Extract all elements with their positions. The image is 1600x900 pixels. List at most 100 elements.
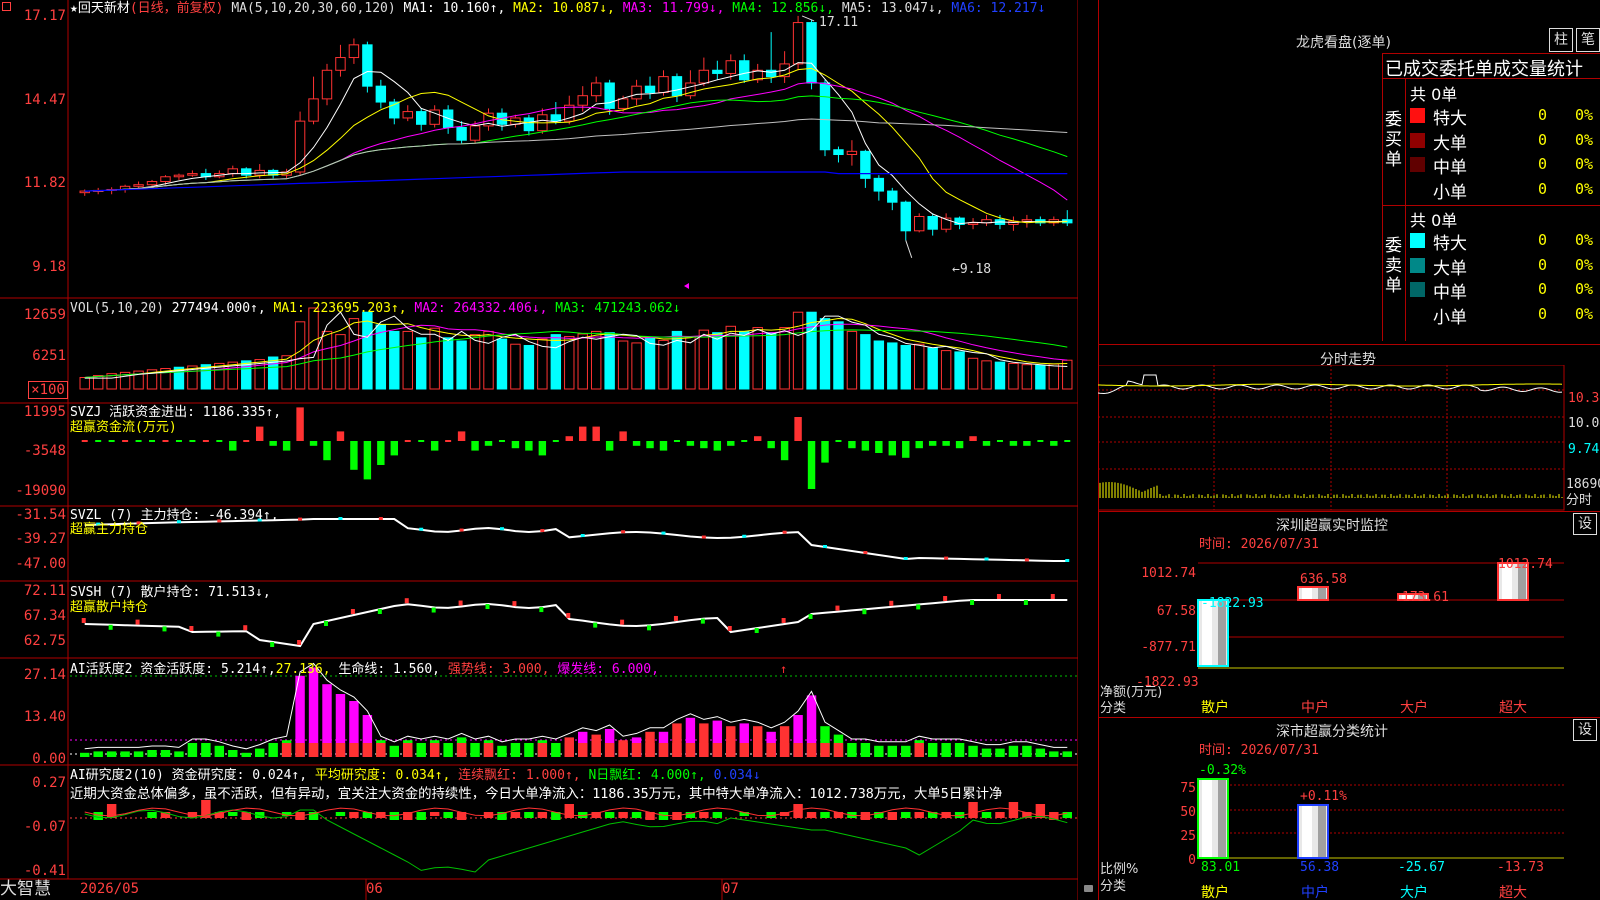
ai-active-bar (901, 745, 911, 757)
svzj-bar (418, 440, 425, 442)
candle-body (671, 76, 683, 97)
svsh-marker (970, 600, 975, 605)
monitor-category: 超大 (1499, 700, 1527, 716)
svsh-header: SVSH (7) 散户持仓: 71.513↓, (70, 585, 271, 600)
color-swatch (1410, 233, 1425, 248)
svzj-bar (162, 440, 169, 442)
intraday-chart[interactable] (1098, 365, 1600, 515)
svzj-bar (95, 440, 102, 442)
ai-research-axis-label: -0.07 (23, 819, 66, 835)
ai-research-bar (820, 812, 830, 818)
svzl-line (84, 518, 1068, 562)
svzj-bar (888, 441, 897, 456)
svzl-axis-label: -39.27 (15, 531, 66, 547)
svsh-axis-label: 72.11 (23, 583, 66, 599)
ai-active-bar (981, 748, 992, 757)
candle-body (456, 126, 467, 141)
svzj-bar (323, 441, 331, 461)
lock-icon[interactable] (1084, 885, 1093, 892)
volume-bar (375, 324, 387, 390)
svsh-marker (458, 600, 463, 606)
svsh-marker (808, 614, 813, 619)
vol-axis-label: 6251 (32, 348, 66, 364)
svsh-marker (135, 619, 140, 625)
candle-body (658, 76, 669, 94)
ai-research-line (84, 809, 1068, 873)
intraday-axis-label: 10.34 (1568, 391, 1600, 406)
ai-active-base (429, 743, 440, 757)
monitor-settings-button[interactable]: 设 (1573, 513, 1597, 535)
intraday-axis-label: 9.74 (1568, 442, 1600, 457)
ai-research-bar (349, 812, 359, 818)
period-label[interactable]: (日线，前复权) (130, 1, 224, 16)
monitor-bar-value: 173.61 (1402, 590, 1449, 605)
svsh-marker (404, 598, 409, 604)
ai-research-prefix: AI研究度2(10) 资金研究度: 0.024↑, (70, 768, 308, 783)
ai-active-base (726, 743, 736, 757)
svzj-bar (189, 440, 196, 442)
candle-body (133, 184, 144, 187)
order-type-label: 中单 (1433, 158, 1467, 178)
classify-value: -25.67 (1398, 860, 1445, 875)
ma3-value: MA3: 11.799↓, (622, 1, 725, 16)
volume-bar (523, 344, 535, 390)
price-axis-label: 11.82 (23, 175, 66, 191)
svzj-bar (81, 440, 88, 442)
candle-body (712, 69, 723, 74)
volume-bar (456, 340, 467, 390)
ai-active-bar (954, 743, 965, 757)
classify-bar-shade (1318, 806, 1326, 857)
ai-active-bar (93, 751, 103, 757)
bar-view-label: 柱 (1554, 32, 1568, 48)
svzj-bar (1050, 441, 1058, 446)
svzj-bar (821, 441, 829, 463)
svzj-bar (902, 441, 910, 458)
ai-active-base (335, 743, 346, 757)
vol-unit-button[interactable]: ×100 (28, 381, 68, 399)
chart-header: ★回天新材(日线，前复权) MA(5,10,20,30,60,120) MA1:… (70, 1, 1045, 16)
vol-ma2: MA2: 264332.406↓, (414, 301, 548, 316)
candle-body (416, 111, 427, 125)
svzj-bar (646, 441, 654, 449)
classify-settings-button[interactable]: 设 (1573, 719, 1597, 741)
scroll-marker (684, 283, 689, 289)
svzl-axis-label: -47.00 (15, 556, 66, 572)
classify-value: -13.73 (1497, 860, 1544, 875)
ai-active-base (779, 743, 790, 757)
svzj-axis-label: 11995 (23, 404, 66, 420)
svzj-bar (202, 440, 209, 442)
svzl-marker (338, 517, 343, 520)
svzj-bar (686, 441, 695, 446)
order-count: 0 (1538, 179, 1548, 198)
svzj-bar (861, 441, 870, 451)
candle-body (792, 22, 804, 65)
ma-line (84, 118, 1068, 192)
intraday-divider (1098, 344, 1600, 345)
bar-view-button[interactable]: 柱 (1549, 28, 1573, 52)
brand-label: 大智慧 (0, 879, 51, 899)
tick-view-button[interactable]: 笔 (1576, 28, 1600, 52)
order-pct: 0% (1575, 231, 1594, 249)
ai-active-base (658, 743, 669, 757)
svsh-marker (189, 626, 194, 631)
ai-active-base (914, 743, 924, 757)
svzj-bar (592, 426, 600, 441)
monitor-axis-label: 1012.74 (1141, 566, 1196, 581)
svzj-bar (498, 440, 505, 442)
ai-active-axis-label: 27.14 (23, 667, 66, 683)
ai-active-base (739, 743, 749, 757)
kline-chart-area[interactable]: ↑ (0, 0, 1078, 900)
svzj-bar (350, 441, 358, 470)
ai-active-bar (887, 745, 898, 757)
volume-bar (429, 327, 440, 390)
svzj-bar (673, 440, 680, 442)
svzl-marker (823, 545, 827, 548)
svsh-axis-label: 67.34 (23, 608, 66, 624)
svsh-marker (916, 604, 921, 610)
favorite-star-icon[interactable]: ★ (70, 1, 78, 16)
svsh-marker (943, 596, 948, 601)
svzj-bar (309, 441, 318, 446)
svsh-marker (377, 609, 382, 614)
classify-category: 超大 (1499, 885, 1527, 900)
svsh-marker (512, 601, 517, 607)
